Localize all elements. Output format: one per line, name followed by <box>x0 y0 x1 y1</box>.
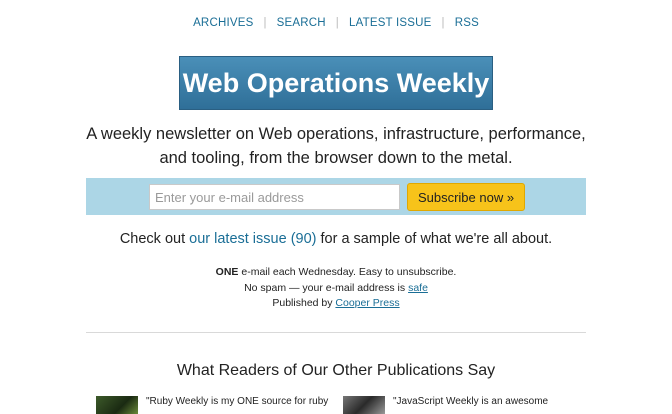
privacy-note: No spam — your e-mail address is safe <box>0 281 672 297</box>
publisher-text: Published by <box>272 297 336 309</box>
testimonial-quote: "Ruby Weekly is my ONE source for ruby <box>146 396 329 407</box>
nav-search-link[interactable]: SEARCH <box>267 17 336 29</box>
promo-prefix: Check out <box>119 231 190 247</box>
signup-form: Subscribe now » <box>86 178 586 215</box>
section-divider <box>86 332 586 333</box>
subscribe-button[interactable]: Subscribe now » <box>407 183 525 211</box>
frequency-text: e-mail each Wednesday. Easy to unsubscri… <box>238 266 457 278</box>
fine-print: ONE e-mail each Wednesday. Easy to unsub… <box>0 265 672 312</box>
latest-issue-promo: Check out our latest issue (90) for a sa… <box>0 231 672 247</box>
promo-suffix: for a sample of what we're all about. <box>316 231 553 247</box>
reader-avatar <box>96 396 138 414</box>
latest-issue-link[interactable]: our latest issue (90) <box>189 231 316 247</box>
publisher-note: Published by Cooper Press <box>0 296 672 312</box>
email-input[interactable] <box>149 184 400 210</box>
privacy-safe-link[interactable]: safe <box>408 282 428 294</box>
frequency-note: ONE e-mail each Wednesday. Easy to unsub… <box>0 265 672 281</box>
top-navigation: ARCHIVES | SEARCH | LATEST ISSUE | RSS <box>0 17 672 29</box>
reader-avatar <box>343 396 385 414</box>
frequency-bold: ONE <box>215 266 239 278</box>
tagline: A weekly newsletter on Web operations, i… <box>60 122 612 170</box>
publisher-link[interactable]: Cooper Press <box>335 297 399 309</box>
tagline-line-1: A weekly newsletter on Web operations, i… <box>86 125 586 143</box>
testimonials-heading: What Readers of Our Other Publications S… <box>176 362 496 379</box>
privacy-text: No spam — your e-mail address is <box>244 281 409 294</box>
nav-rss-link[interactable]: RSS <box>445 17 489 29</box>
nav-latest-issue-link[interactable]: LATEST ISSUE <box>339 17 442 29</box>
testimonial-quote: "JavaScript Weekly is an awesome <box>393 396 549 407</box>
site-logo[interactable]: Web Operations Weekly <box>179 56 493 110</box>
nav-archives-link[interactable]: ARCHIVES <box>183 17 263 29</box>
tagline-line-2: and tooling, from the browser down to th… <box>159 149 513 167</box>
